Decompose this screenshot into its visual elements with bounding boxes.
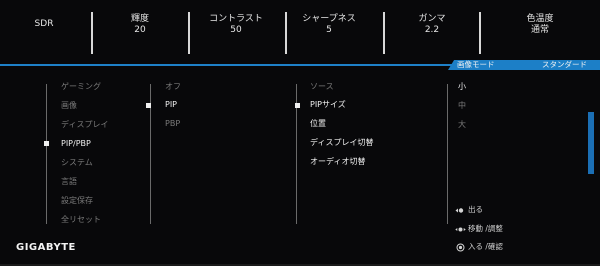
menu-item-pip-pbp[interactable]: PIP/PBP	[61, 139, 91, 149]
hint-move-label: 移動 /調整	[468, 224, 503, 233]
gigabyte-logo: GIGABYTE	[16, 242, 76, 253]
scrollbar[interactable]	[588, 112, 594, 174]
status-divider	[479, 12, 481, 54]
color-temp-status: 色温度 通常	[500, 14, 580, 36]
submenu-item-pip[interactable]: PIP	[165, 100, 177, 110]
gamma-label: ガンマ	[418, 14, 446, 24]
color-temp-value: 通常	[530, 25, 549, 35]
color-temp-label: 色温度	[526, 14, 554, 24]
sharpness-status: シャープネス 5	[289, 14, 369, 36]
status-divider	[383, 12, 385, 54]
mode-strip-line	[0, 64, 458, 66]
sdr-indicator: SDR	[24, 19, 64, 30]
joystick-press-icon	[456, 243, 465, 252]
joystick-move-icon	[455, 227, 466, 232]
sharpness-label: シャープネス	[302, 14, 356, 24]
brightness-label: 輝度	[130, 14, 149, 24]
status-divider	[91, 12, 93, 54]
gamma-value: 2.2	[424, 25, 440, 35]
menu-item-system[interactable]: システム	[61, 158, 93, 168]
selection-marker	[295, 103, 300, 108]
column-divider	[46, 84, 47, 224]
hint-exit-label: 出る	[468, 205, 483, 214]
selection-marker	[44, 141, 49, 146]
menu-item-gaming[interactable]: ゲーミング	[61, 82, 101, 92]
submenu-item-off[interactable]: オフ	[165, 82, 181, 92]
selection-marker	[146, 103, 151, 108]
submenu-item-source[interactable]: ソース	[310, 82, 334, 92]
option-small[interactable]: 小	[458, 82, 466, 92]
picture-mode-value: スタンダード	[542, 60, 587, 69]
menu-item-reset-all[interactable]: 全リセット	[61, 215, 101, 225]
sdr-label: SDR	[34, 19, 54, 29]
submenu-item-pbp[interactable]: PBP	[165, 119, 180, 129]
brightness-status: 輝度 20	[100, 14, 180, 36]
submenu-item-audio-switch[interactable]: オーディオ切替	[310, 157, 365, 167]
hint-enter-label: 入る /確認	[468, 242, 503, 251]
status-divider	[188, 12, 190, 54]
option-medium[interactable]: 中	[458, 101, 466, 111]
menu-item-save-settings[interactable]: 設定保存	[61, 196, 93, 206]
menu-item-display[interactable]: ディスプレイ	[61, 120, 108, 130]
picture-mode-label: 画像モード	[457, 60, 495, 69]
menu-item-language[interactable]: 言語	[61, 177, 77, 187]
contrast-status: コントラスト 50	[196, 14, 276, 36]
brightness-value: 20	[134, 25, 146, 35]
gamma-status: ガンマ 2.2	[392, 14, 472, 36]
column-divider	[447, 84, 448, 224]
joystick-left-icon	[455, 208, 464, 213]
option-large[interactable]: 大	[458, 120, 466, 130]
submenu-item-display-switch[interactable]: ディスプレイ切替	[310, 138, 373, 148]
menu-item-picture[interactable]: 画像	[61, 101, 77, 111]
contrast-value: 50	[230, 25, 242, 35]
status-bar: SDR 輝度 20 コントラスト 50 シャープネス 5 ガンマ 2.2 色温度…	[0, 0, 600, 62]
osd-menu: SDR 輝度 20 コントラスト 50 シャープネス 5 ガンマ 2.2 色温度…	[0, 0, 600, 266]
sharpness-value: 5	[326, 25, 332, 35]
status-divider	[285, 12, 287, 54]
submenu-item-position[interactable]: 位置	[310, 119, 326, 129]
submenu-item-pip-size[interactable]: PIPサイズ	[310, 100, 346, 110]
contrast-label: コントラスト	[209, 14, 263, 24]
